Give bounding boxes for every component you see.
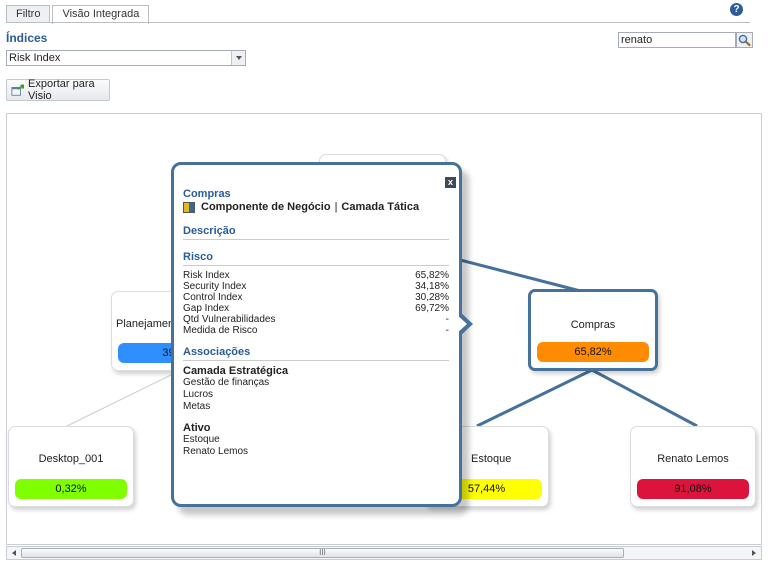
metric-value: 69,72% xyxy=(415,303,449,314)
node-name: Estoque xyxy=(471,453,512,465)
metric-row: Medida de Risco - xyxy=(183,325,449,336)
metric-label: Control Index xyxy=(183,292,243,303)
metric-row: Gap Index 69,72% xyxy=(183,303,449,314)
node-risk-bar: 0,32% xyxy=(15,479,127,499)
section-risco: Risco xyxy=(183,251,449,266)
search-button[interactable] xyxy=(736,32,753,48)
node-name: Compras xyxy=(570,319,616,331)
metric-row: Control Index 30,28% xyxy=(183,292,449,303)
metric-value: 65,82% xyxy=(415,270,449,281)
metric-value: 30,28% xyxy=(415,292,449,303)
close-icon[interactable]: x xyxy=(445,177,456,188)
list-item: Renato Lemos xyxy=(183,446,249,457)
metric-row: Risk Index 65,82% xyxy=(183,270,449,281)
metric-row: Security Index 34,18% xyxy=(183,281,449,292)
search-icon xyxy=(738,34,751,47)
node-risk-bar: 65,82% xyxy=(537,342,649,362)
strategic-layer-heading: Camada Estratégica xyxy=(183,365,289,377)
section-descricao: Descrição xyxy=(183,225,449,240)
node-renato-lemos[interactable]: Renato Lemos 91,08% xyxy=(630,426,756,507)
node-compras[interactable]: Compras 65,82% xyxy=(528,289,658,371)
list-item: Metas xyxy=(183,401,211,412)
metric-label: Risk Index xyxy=(183,270,230,281)
indices-select[interactable]: Risk Index xyxy=(6,50,246,66)
tab-bar: Filtro Visão Integrada xyxy=(6,5,151,24)
connector-compras-renato xyxy=(591,368,698,428)
connector-compras-estoque xyxy=(476,368,593,428)
popup-box: x Compras Componente de Negócio | Camada… xyxy=(171,162,462,507)
node-name: Renato Lemos xyxy=(657,453,729,465)
popup-content: Compras Componente de Negócio | Camada T… xyxy=(183,188,449,458)
search-input[interactable] xyxy=(618,32,736,48)
tab-filtro[interactable]: Filtro xyxy=(6,5,51,23)
list-item: Lucros xyxy=(183,389,214,400)
metric-value: - xyxy=(445,314,449,325)
metric-label: Gap Index xyxy=(183,303,230,314)
component-icon xyxy=(183,201,195,213)
node-desktop[interactable]: Desktop_001 0,32% xyxy=(8,426,134,507)
popup-type: Componente de Negócio xyxy=(201,201,331,213)
metric-label: Medida de Risco xyxy=(183,325,258,336)
metric-label: Security Index xyxy=(183,281,247,292)
connector-planejamento-desktop xyxy=(66,371,178,427)
node-detail-popup: x Compras Componente de Negócio | Camada… xyxy=(171,162,473,515)
list-item: Estoque xyxy=(183,434,220,445)
export-icon xyxy=(11,83,25,96)
popup-layer: Camada Tática xyxy=(341,201,420,213)
metric-value: - xyxy=(445,325,449,336)
indices-select-value: Risk Index xyxy=(9,52,61,64)
scroll-thumb[interactable]: III xyxy=(21,548,624,558)
section-associacoes: Associações xyxy=(183,346,449,361)
scroll-right-icon[interactable] xyxy=(748,547,760,559)
ativo-heading: Ativo xyxy=(183,422,211,434)
node-risk-bar: 91,08% xyxy=(637,479,749,499)
metric-row: Qtd Vulnerabilidades - xyxy=(183,314,449,325)
popup-title: Compras xyxy=(183,188,231,200)
export-visio-button[interactable]: Exportar para Visio xyxy=(6,78,110,102)
help-icon[interactable]: ? xyxy=(730,3,743,16)
metric-value: 34,18% xyxy=(415,281,449,292)
indices-label: Índices xyxy=(6,31,48,45)
list-item: Gestão de finanças xyxy=(183,377,270,388)
popup-subtitle: Componente de Negócio | Camada Tática xyxy=(183,201,449,213)
horizontal-scrollbar[interactable]: III xyxy=(6,546,762,560)
scroll-left-icon[interactable] xyxy=(8,547,20,559)
chevron-down-icon[interactable] xyxy=(231,51,245,65)
popup-separator: | xyxy=(334,201,338,213)
node-name: Desktop_001 xyxy=(38,453,104,465)
export-visio-label: Exportar para Visio xyxy=(28,78,95,102)
metric-label: Qtd Vulnerabilidades xyxy=(183,314,276,325)
risk-metrics: Risk Index 65,82% Security Index 34,18% Co… xyxy=(183,270,449,336)
tab-divider xyxy=(6,22,750,23)
